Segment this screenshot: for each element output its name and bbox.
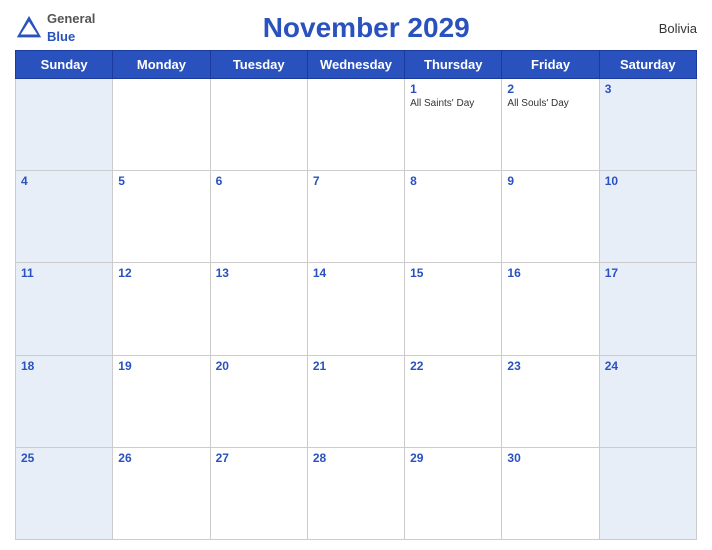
logo: General Blue (15, 10, 95, 46)
weekday-header-row: SundayMondayTuesdayWednesdayThursdayFrid… (16, 51, 697, 79)
day-number: 3 (605, 82, 691, 96)
week-row-2: 456789 10 (16, 171, 697, 263)
calendar-cell: 20 (210, 355, 307, 447)
weekday-header-monday: Monday (113, 51, 210, 79)
calendar-cell: 6 (210, 171, 307, 263)
calendar-cell: 30 (502, 447, 599, 539)
day-number: 15 (410, 266, 496, 280)
day-number: 12 (118, 266, 204, 280)
calendar-cell (16, 79, 113, 171)
calendar-cell: 8 (405, 171, 502, 263)
day-number: 10 (605, 174, 691, 188)
day-number: 19 (118, 359, 204, 373)
week-row-5: 25 26 27 28 29 30 (16, 447, 697, 539)
calendar-cell: 2 All Souls' Day (502, 79, 599, 171)
weekday-header-tuesday: Tuesday (210, 51, 307, 79)
day-number: 16 (507, 266, 593, 280)
calendar-cell: 28 (307, 447, 404, 539)
weekday-header-thursday: Thursday (405, 51, 502, 79)
calendar-cell (307, 79, 404, 171)
day-number: 23 (507, 359, 593, 373)
calendar-table: SundayMondayTuesdayWednesdayThursdayFrid… (15, 50, 697, 540)
day-number: 8 (410, 174, 496, 188)
event-label: All Saints' Day (410, 98, 496, 109)
week-row-1: 1 All Saints' Day 2 All Souls' Day 3 (16, 79, 697, 171)
day-number: 1 (410, 82, 496, 96)
calendar-cell (599, 447, 696, 539)
calendar-cell: 18 (16, 355, 113, 447)
calendar-cell: 3 (599, 79, 696, 171)
calendar-cell (113, 79, 210, 171)
day-number: 25 (21, 451, 107, 465)
logo-blue: Blue (47, 29, 75, 44)
day-number: 21 (313, 359, 399, 373)
calendar-cell: 1 All Saints' Day (405, 79, 502, 171)
logo-icon (15, 14, 43, 42)
weekday-header-wednesday: Wednesday (307, 51, 404, 79)
day-number: 30 (507, 451, 593, 465)
calendar-cell: 7 (307, 171, 404, 263)
calendar-cell: 23 (502, 355, 599, 447)
week-row-3: 11 12 13 14 15 16 17 (16, 263, 697, 355)
calendar-cell: 14 (307, 263, 404, 355)
calendar-cell: 25 (16, 447, 113, 539)
calendar-cell: 17 (599, 263, 696, 355)
weekday-header-saturday: Saturday (599, 51, 696, 79)
calendar-cell: 13 (210, 263, 307, 355)
calendar-cell: 22 (405, 355, 502, 447)
calendar-cell: 26 (113, 447, 210, 539)
calendar-cell: 12 (113, 263, 210, 355)
day-number: 11 (21, 266, 107, 280)
calendar-cell: 29 (405, 447, 502, 539)
day-number: 28 (313, 451, 399, 465)
day-number: 4 (21, 174, 107, 188)
logo-general: General (47, 11, 95, 26)
day-number: 2 (507, 82, 593, 96)
calendar-cell: 9 (502, 171, 599, 263)
weekday-header-friday: Friday (502, 51, 599, 79)
calendar-cell: 19 (113, 355, 210, 447)
event-label: All Souls' Day (507, 98, 593, 109)
calendar-cell: 4 (16, 171, 113, 263)
day-number: 7 (313, 174, 399, 188)
day-number: 14 (313, 266, 399, 280)
calendar-cell: 24 (599, 355, 696, 447)
calendar-cell: 21 (307, 355, 404, 447)
month-title: November 2029 (95, 12, 637, 44)
calendar-cell (210, 79, 307, 171)
calendar-cell: 27 (210, 447, 307, 539)
day-number: 6 (216, 174, 302, 188)
day-number: 26 (118, 451, 204, 465)
day-number: 29 (410, 451, 496, 465)
day-number: 27 (216, 451, 302, 465)
calendar-cell: 11 (16, 263, 113, 355)
calendar-cell: 10 (599, 171, 696, 263)
calendar-cell: 5 (113, 171, 210, 263)
day-number: 22 (410, 359, 496, 373)
week-row-4: 18 19 20 21 22 23 24 (16, 355, 697, 447)
day-number: 13 (216, 266, 302, 280)
day-number: 18 (21, 359, 107, 373)
country-label: Bolivia (637, 21, 697, 36)
weekday-header-sunday: Sunday (16, 51, 113, 79)
day-number: 9 (507, 174, 593, 188)
day-number: 20 (216, 359, 302, 373)
calendar-header: General Blue November 2029 Bolivia (15, 10, 697, 46)
logo-text: General Blue (47, 10, 95, 46)
day-number: 17 (605, 266, 691, 280)
calendar-cell: 15 (405, 263, 502, 355)
day-number: 5 (118, 174, 204, 188)
day-number: 24 (605, 359, 691, 373)
calendar-cell: 16 (502, 263, 599, 355)
